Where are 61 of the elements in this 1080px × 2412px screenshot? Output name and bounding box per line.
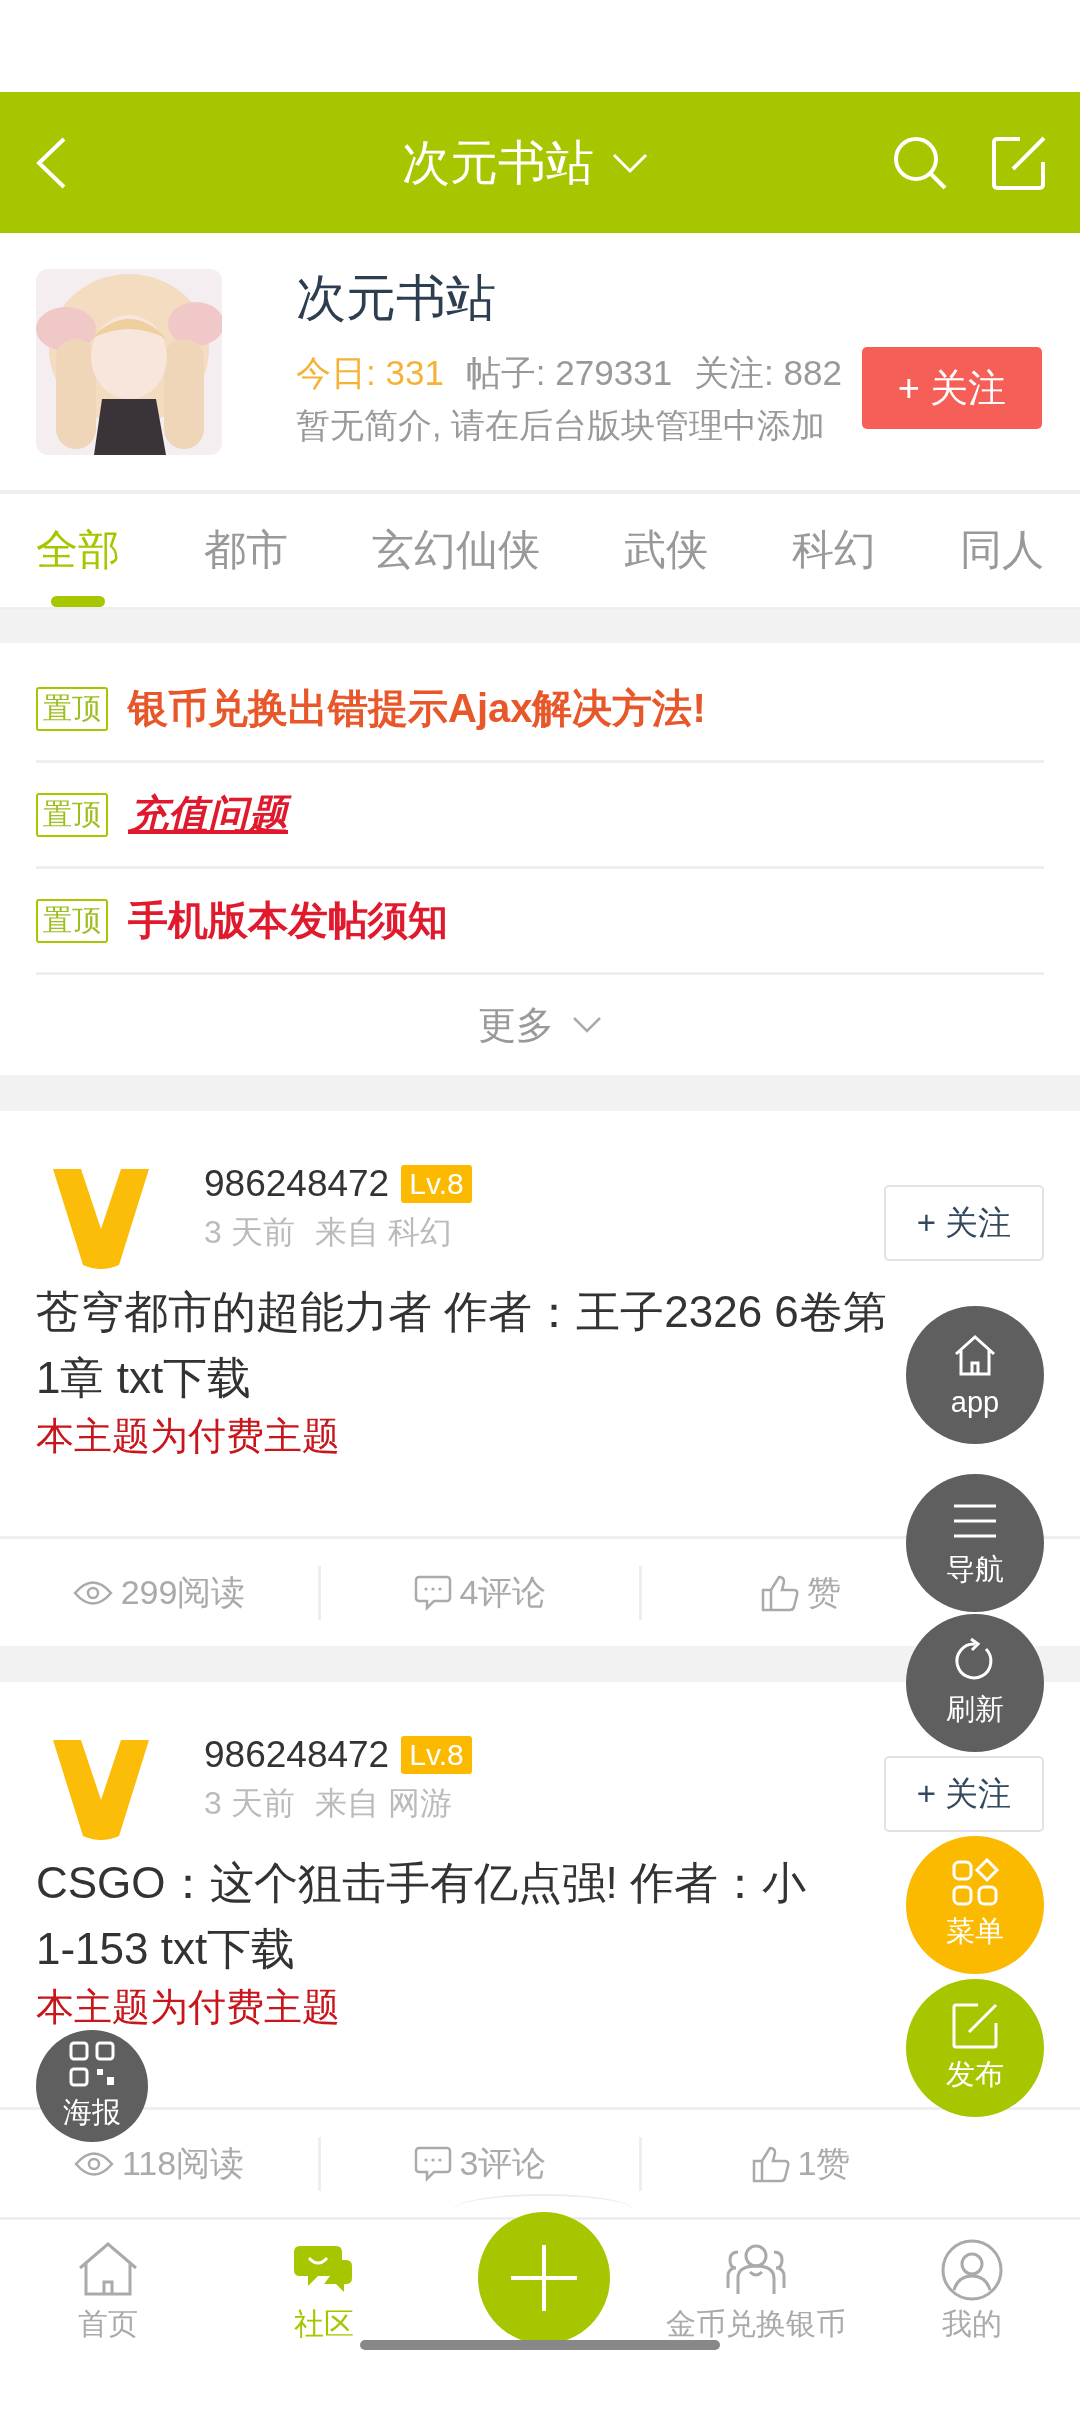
back-icon[interactable] [34,135,68,190]
username[interactable]: 986248472 [204,1734,390,1777]
forum-name: 次元书站 [296,269,497,329]
category-tab[interactable]: 都市 [204,494,288,608]
caret-icon[interactable] [612,151,648,174]
pinned-post-link[interactable]: 手机版本发帖须知 [128,893,448,949]
follow-button[interactable]: + 关注 [862,347,1042,430]
like-count[interactable]: 1赞 [797,2140,851,2187]
eye-icon [73,2150,114,2177]
level-badge: Lv.8 [401,1736,472,1775]
follower-count: 关注: 882 [694,352,842,395]
post-source: 来自 网游 [314,1784,452,1824]
comment-icon[interactable] [413,2145,452,2182]
search-icon[interactable] [892,134,948,191]
post-title[interactable]: 1-153 txt下载 [36,1916,296,1983]
pinned-tag: 置顶 [36,792,108,837]
forum-description: 暂无简介, 请在后台版块管理中添加 [296,405,826,447]
category-tab[interactable]: 全部 [36,494,120,608]
post-count: 帖子: 279331 [465,352,673,395]
nav-tab[interactable]: 金币兑换银币 [648,2220,864,2412]
nav-tab[interactable]: 我的 [864,2220,1080,2412]
thumbs-up-icon[interactable] [751,2144,790,2183]
category-tab[interactable]: 玄幻仙侠 [372,494,540,608]
follow-button[interactable]: + 关注 [884,1185,1044,1262]
paid-notice: 本主题为付费主题 [36,1985,340,2031]
comment-count[interactable]: 4评论 [459,1569,547,1616]
chevron-down-icon[interactable] [572,1016,602,1035]
category-tab[interactable]: 科幻 [792,494,876,608]
nav-tab[interactable]: 首页 [0,2220,216,2412]
comment-icon[interactable] [413,1574,452,1611]
plus-icon [509,2243,579,2314]
today-count: 今日: 331 [296,352,444,395]
username[interactable]: 986248472 [204,1163,390,1206]
compose-icon[interactable] [992,135,1046,190]
category-tab[interactable]: 武侠 [624,494,708,608]
follow-button[interactable]: + 关注 [884,1756,1044,1833]
category-tab[interactable]: 同人 [960,494,1044,608]
post-title[interactable]: 1章 txt下载 [36,1345,252,1412]
edit-icon [950,2001,1000,2051]
grid-icon [950,1858,1000,1908]
post-title[interactable]: CSGO：这个狙击手有亿点强! 作者：小 [36,1850,807,1917]
qr-code-icon [67,2039,117,2089]
forum-title[interactable]: 次元书站 [402,130,594,195]
pinned-tag: 置顶 [36,686,108,731]
read-count: 299阅读 [120,1571,246,1613]
pinned-tag: 置顶 [36,898,108,943]
post-time: 3 天前 [204,1784,295,1824]
level-badge: Lv.8 [401,1165,472,1204]
thumbs-up-icon[interactable] [761,1573,799,1612]
nav-tab[interactable]: 社区 [216,2220,432,2412]
more-link[interactable]: 更多 [478,999,554,1051]
like-count[interactable]: 赞 [807,1569,841,1616]
post-time: 3 天前 [204,1213,295,1253]
post-source: 来自 科幻 [314,1213,452,1253]
pinned-post-link[interactable]: 银币兑换出错提示Ajax解决方法! [128,681,706,737]
post-title[interactable]: 苍穹都市的超能力者 作者：王子2326 6卷第 [36,1279,887,1346]
paid-notice: 本主题为付费主题 [36,1414,340,1460]
comment-count[interactable]: 3评论 [459,2140,547,2187]
read-count: 118阅读 [121,2142,245,2184]
eye-icon [72,1579,113,1606]
person-icon [940,2238,1004,2303]
